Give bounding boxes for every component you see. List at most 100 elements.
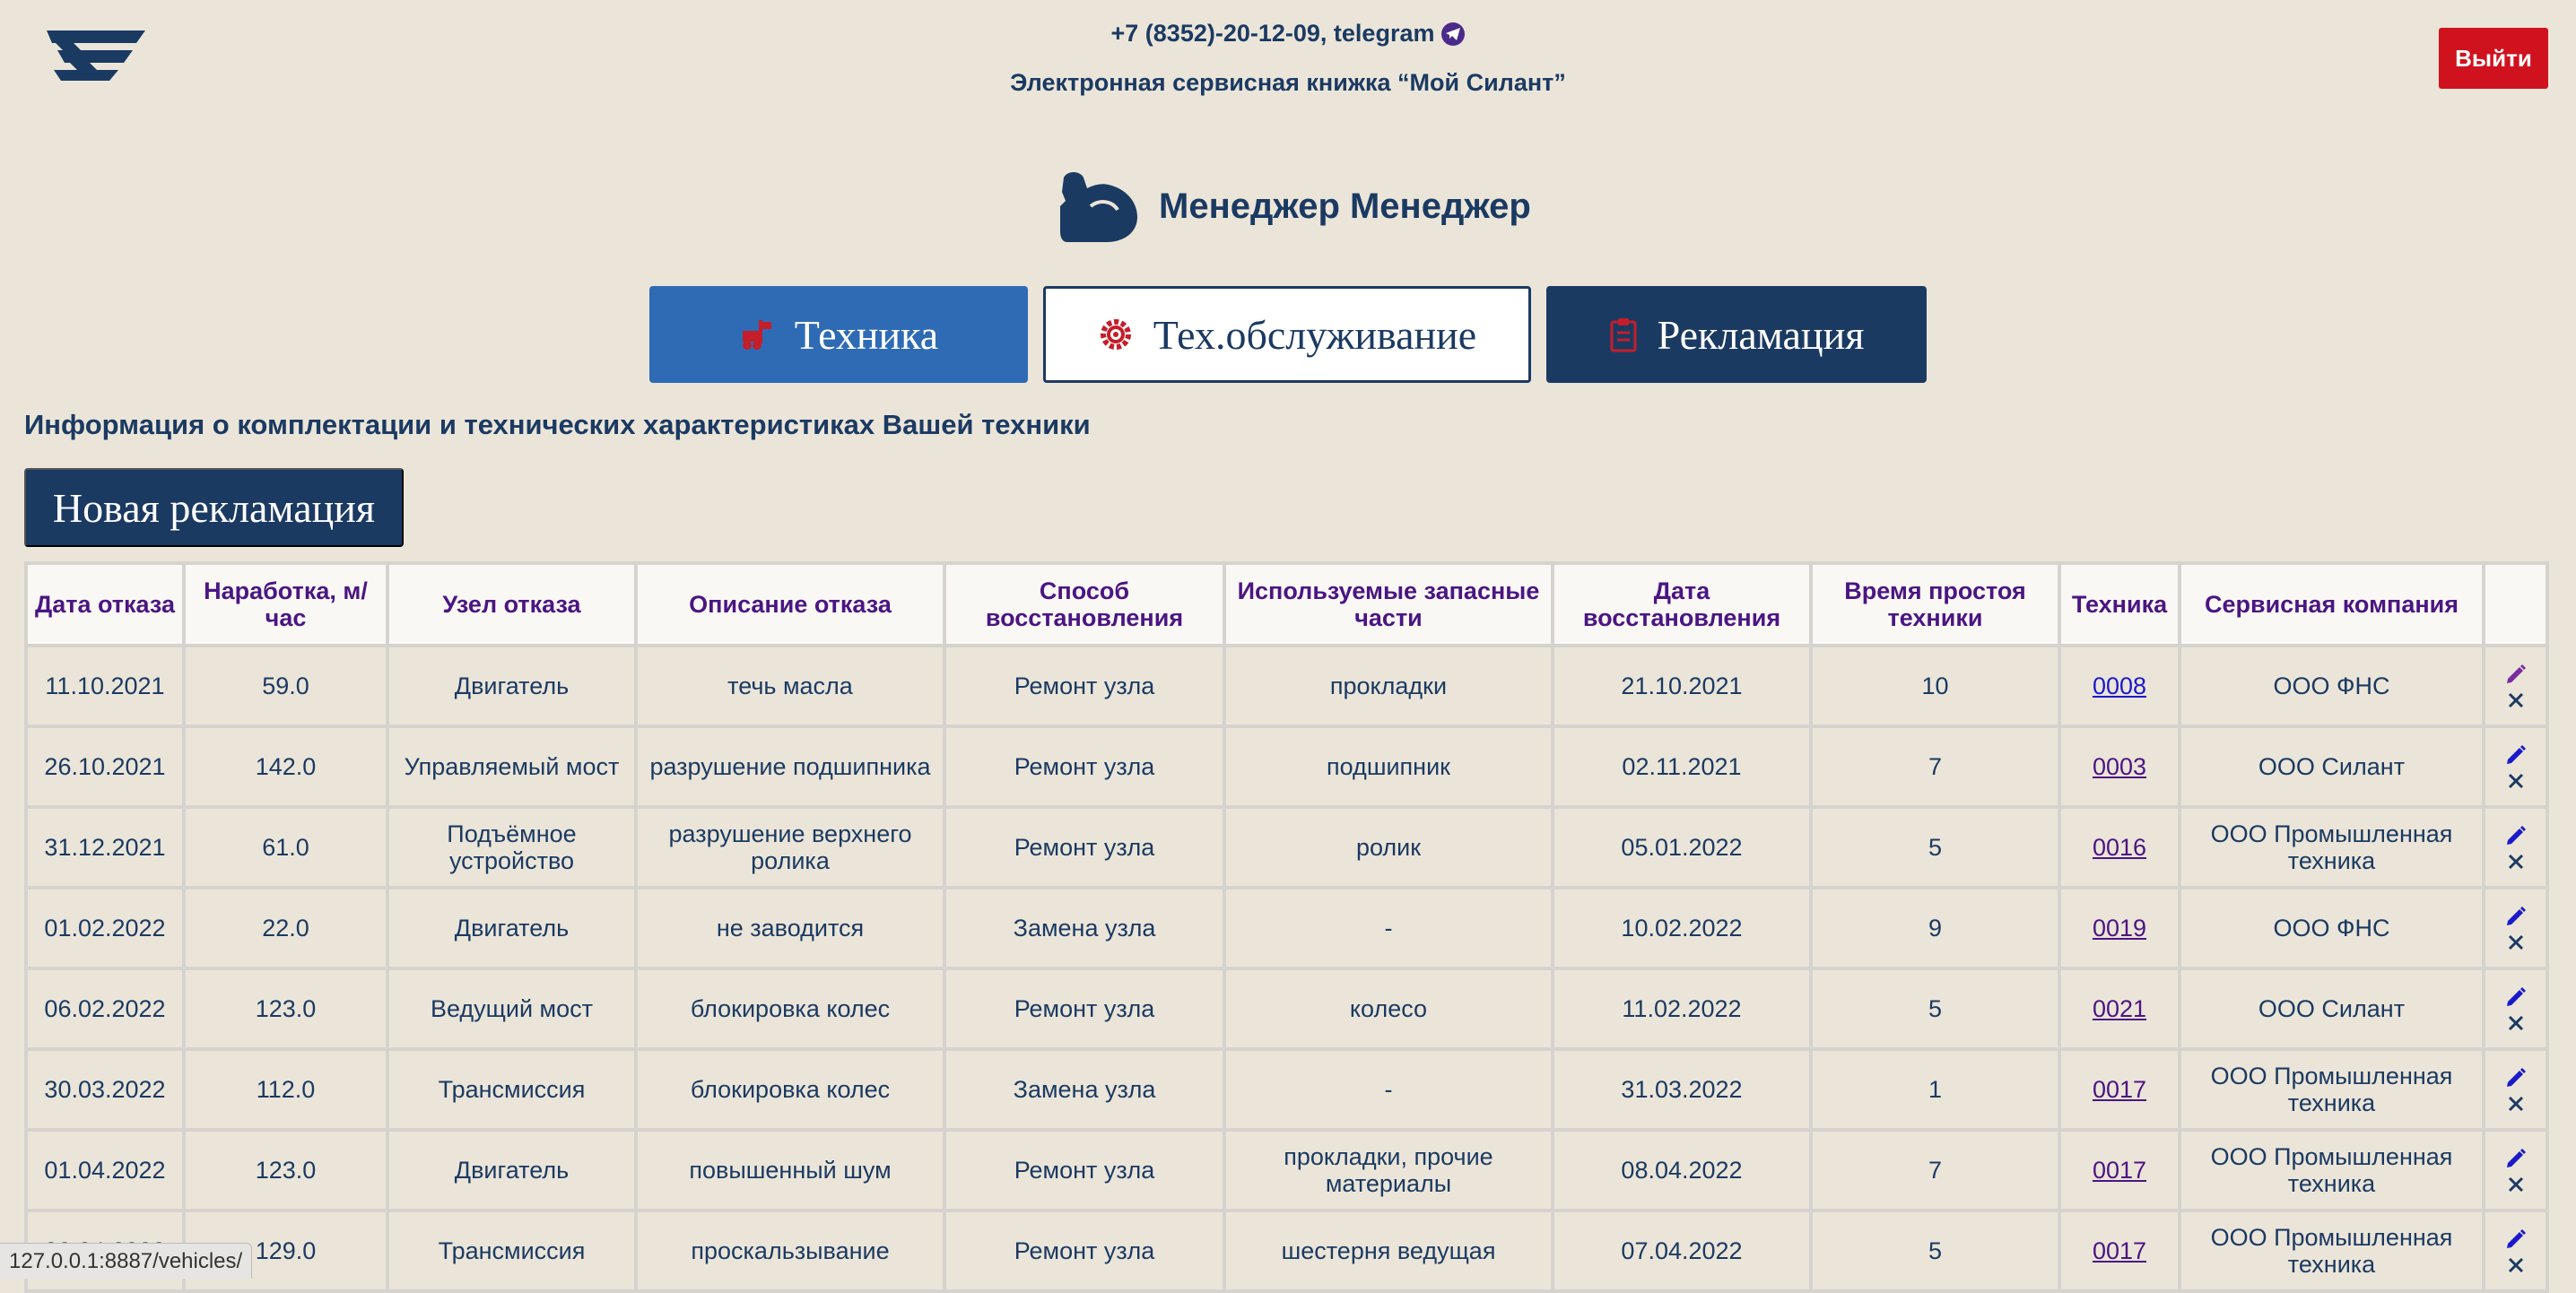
logout-button[interactable]: Выйти xyxy=(2439,28,2548,89)
cell-recovery-date: 31.03.2022 xyxy=(1551,1047,1813,1132)
row-actions xyxy=(2493,1147,2538,1193)
edit-icon[interactable] xyxy=(2504,1228,2528,1251)
cell-failure-description: блокировка колес xyxy=(634,1047,946,1132)
cell-spare-parts: - xyxy=(1223,886,1554,970)
main-tabs: Техника Тех.обслуживание Рекламация xyxy=(649,286,1927,383)
cell-operating-hours: 112.0 xyxy=(182,1047,389,1132)
cell-downtime: 5 xyxy=(1809,805,2061,889)
table-row: 02.04.2022129.0Трансмиссияпроскальзывани… xyxy=(24,1209,2549,1293)
cell-vehicle-link: 0017 xyxy=(2058,1209,2181,1293)
delete-icon[interactable] xyxy=(2507,933,2525,951)
cell-recovery-method: Замена узла xyxy=(943,886,1226,970)
cell-spare-parts: колесо xyxy=(1223,967,1554,1051)
cell-service-company: ООО Силант xyxy=(2178,725,2485,809)
row-actions xyxy=(2493,743,2538,790)
column-header[interactable]: Описание отказа xyxy=(634,561,946,647)
delete-icon[interactable] xyxy=(2507,853,2525,871)
cell-spare-parts: - xyxy=(1223,1047,1554,1132)
phone-text: +7 (8352)-20-12-09, telegram xyxy=(1110,20,1435,47)
delete-icon[interactable] xyxy=(2507,1014,2525,1032)
delete-icon[interactable] xyxy=(2507,772,2525,790)
edit-icon[interactable] xyxy=(2504,663,2528,686)
cell-downtime: 5 xyxy=(1809,1209,2061,1293)
delete-icon[interactable] xyxy=(2507,1095,2525,1113)
table-body: 11.10.2021 59.0 Двигатель течь масла Ремонт … xyxy=(24,644,2549,1293)
edit-icon[interactable] xyxy=(2504,743,2528,767)
gear-icon xyxy=(1100,319,1131,350)
tab-maintenance[interactable]: Тех.обслуживание xyxy=(1043,286,1531,383)
cell-failure-description: разрушение верхнего ролика xyxy=(634,805,946,889)
cell-recovery-date: 21.10.2021 xyxy=(1551,644,1813,728)
column-header[interactable]: Наработка, м/час xyxy=(182,561,389,647)
cell-failure-date: 06.02.2022 xyxy=(24,967,186,1051)
cell-actions xyxy=(2482,967,2549,1051)
bicep-icon xyxy=(1060,172,1137,242)
cell-failure-date: 01.02.2022 xyxy=(24,886,186,970)
column-header[interactable]: Техника xyxy=(2058,561,2181,647)
new-claim-button[interactable]: Новая рекламация xyxy=(24,468,404,547)
edit-icon[interactable] xyxy=(2504,985,2528,1009)
edit-icon[interactable] xyxy=(2504,1147,2528,1170)
edit-icon[interactable] xyxy=(2504,1066,2528,1089)
vehicle-link[interactable]: 0008 xyxy=(2093,673,2146,699)
column-header[interactable]: Сервисная компания xyxy=(2178,561,2485,647)
edit-icon[interactable] xyxy=(2504,824,2528,847)
cell-recovery-method: Замена узла xyxy=(943,1047,1226,1132)
tab-claims[interactable]: Рекламация xyxy=(1546,286,1927,383)
table-row: 11.10.2021 59.0 Двигатель течь масла Ремонт … xyxy=(24,644,2549,728)
vehicle-link[interactable]: 0003 xyxy=(2093,753,2146,780)
forklift-icon xyxy=(742,320,771,350)
vehicle-link[interactable]: 0021 xyxy=(2093,995,2146,1022)
cell-failure-date: 26.10.2021 xyxy=(24,725,186,809)
column-header[interactable]: Способ восстановления xyxy=(943,561,1226,647)
vehicle-link[interactable]: 0019 xyxy=(2093,915,2146,942)
cell-failure-date: 31.12.2021 xyxy=(24,805,186,889)
column-header[interactable]: Используемые запасные части xyxy=(1223,561,1554,647)
vehicle-link[interactable]: 0017 xyxy=(2093,1237,2146,1264)
delete-icon[interactable] xyxy=(2507,1176,2525,1193)
edit-icon[interactable] xyxy=(2504,905,2528,928)
table-header-row: Дата отказа Наработка, м/час Узел отказа… xyxy=(24,561,2549,647)
delete-icon[interactable] xyxy=(2507,1256,2525,1274)
cell-actions xyxy=(2482,1209,2549,1293)
cell-actions xyxy=(2482,644,2549,728)
column-header[interactable]: Время простоя техники xyxy=(1809,561,2061,647)
column-header-actions xyxy=(2482,561,2549,647)
cell-recovery-method: Ремонт узла xyxy=(943,805,1226,889)
cell-vehicle-link: 0016 xyxy=(2058,805,2181,889)
cell-actions xyxy=(2482,886,2549,970)
cell-actions xyxy=(2482,1128,2549,1212)
vehicle-link[interactable]: 0017 xyxy=(2093,1076,2146,1103)
cell-vehicle-link: 0021 xyxy=(2058,967,2181,1051)
table-row: 06.02.2022 123.0 Ведущий мост блокировка ко… xyxy=(24,967,2549,1051)
cell-downtime: 10 xyxy=(1809,644,2061,728)
tab-vehicles[interactable]: Техника xyxy=(649,286,1028,383)
delete-icon[interactable] xyxy=(2507,691,2525,709)
claims-table-wrap: Дата отказа Наработка, м/час Узел отказа… xyxy=(24,561,2549,1293)
cell-failure-node: Трансмиссия xyxy=(386,1047,638,1132)
cell-spare-parts: подшипник xyxy=(1223,725,1554,809)
cell-actions xyxy=(2482,725,2549,809)
telegram-icon[interactable] xyxy=(1441,22,1466,46)
cell-vehicle-link: 0017 xyxy=(2058,1128,2181,1212)
column-header[interactable]: Дата восстановления xyxy=(1551,561,1813,647)
section-title: Информация о комплектации и технических … xyxy=(24,409,1091,440)
cell-failure-description: повышенный шум xyxy=(634,1128,946,1212)
table-row: 26.10.2021 142.0 Управляемый мост разрушени… xyxy=(24,725,2549,809)
cell-failure-node: Подъёмное устройство xyxy=(386,805,638,889)
vehicle-link[interactable]: 0017 xyxy=(2093,1157,2146,1184)
cell-service-company: ООО Силант xyxy=(2178,967,2485,1051)
cell-recovery-method: Ремонт узла xyxy=(943,967,1226,1051)
cell-failure-description: не заводится xyxy=(634,886,946,970)
row-actions xyxy=(2493,663,2538,709)
header-contacts: +7 (8352)-20-12-09, telegram Электронная… xyxy=(0,20,2576,97)
browser-status-url: 127.0.0.1:8887/vehicles/ xyxy=(0,1243,253,1279)
table-row: 01.04.2022 123.0 Двигатель повышенный шум Ре… xyxy=(24,1128,2549,1212)
vehicle-link[interactable]: 0016 xyxy=(2093,834,2146,861)
column-header[interactable]: Дата отказа xyxy=(24,561,186,647)
cell-actions xyxy=(2482,805,2549,889)
cell-service-company: ООО ФНС xyxy=(2178,886,2485,970)
user-name: Менеджер Менеджер xyxy=(1159,186,1531,226)
column-header[interactable]: Узел отказа xyxy=(386,561,638,647)
cell-failure-description: течь масла xyxy=(634,644,946,728)
